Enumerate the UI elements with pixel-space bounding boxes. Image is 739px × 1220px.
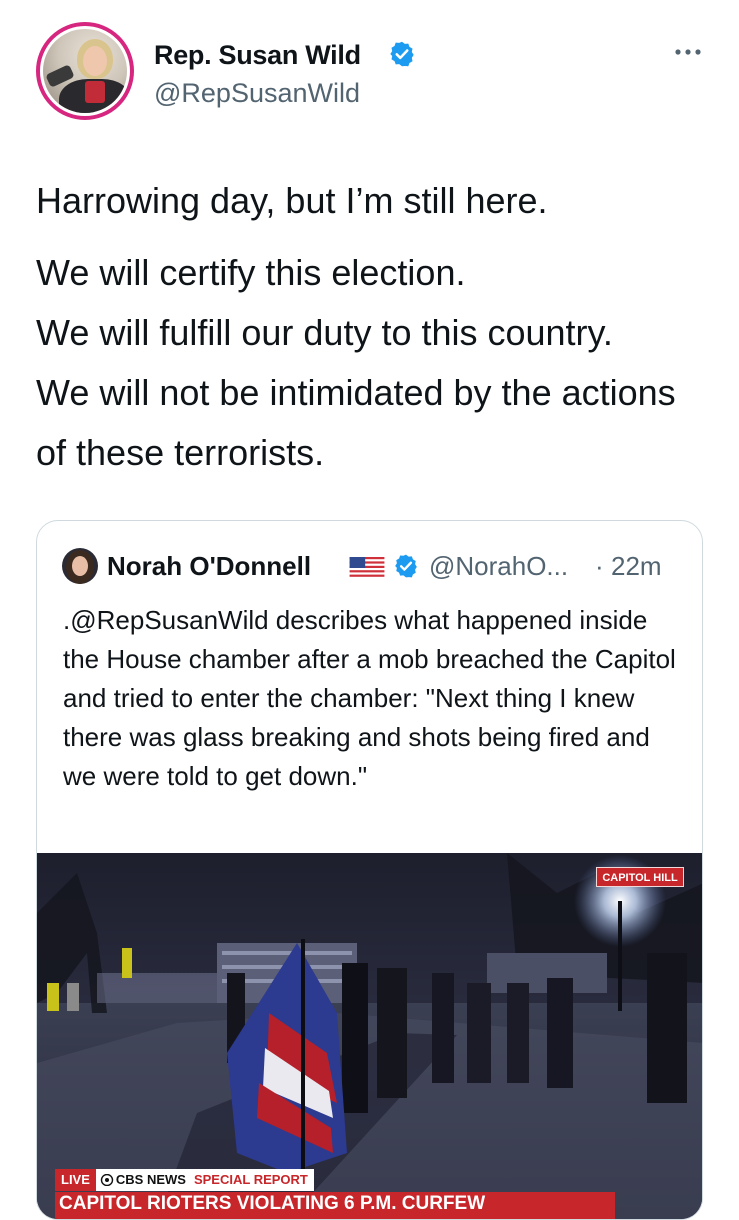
author-avatar[interactable] <box>36 22 134 120</box>
tweet-line: We will certify this election. <box>36 252 466 293</box>
tweet-line: We will not be intimidated by the action… <box>36 372 676 473</box>
meta-separator: · <box>595 551 604 581</box>
avatar-photo <box>43 29 127 113</box>
network-label: CBS NEWS <box>95 1169 190 1191</box>
quoted-author-handle[interactable]: @NorahO... <box>429 551 568 582</box>
us-flag-icon <box>349 557 385 579</box>
video-frame <box>37 853 702 1219</box>
verified-badge-icon <box>395 554 417 578</box>
quoted-tweet[interactable]: Norah O'Donnell @NorahO... · 22m .@RepSu… <box>36 520 703 1220</box>
live-label: LIVE <box>55 1169 96 1191</box>
quoted-tweet-text: .@RepSusanWild describes what happened i… <box>63 605 676 791</box>
quoted-video-thumbnail[interactable]: CAPITOL HILL LIVE CBS NEWS SPECIAL REPOR… <box>37 853 702 1219</box>
location-tag: CAPITOL HILL <box>596 867 684 887</box>
network-name: CBS NEWS <box>115 1172 186 1187</box>
more-options-icon[interactable] <box>672 44 704 60</box>
tweet-text: Harrowing day, but I’m still here. We wi… <box>36 171 706 483</box>
quoted-timestamp[interactable]: 22m <box>611 551 662 582</box>
special-report-label: SPECIAL REPORT <box>189 1169 314 1191</box>
quoted-author-name[interactable]: Norah O'Donnell <box>107 551 311 582</box>
tweet-line: We will fulfill our duty to this country… <box>36 312 613 353</box>
tweet-line: Harrowing day, but I’m still here. <box>36 180 548 221</box>
author-handle[interactable]: @RepSusanWild <box>154 78 360 109</box>
author-display-name[interactable]: Rep. Susan Wild <box>154 40 361 71</box>
cbs-eye-icon <box>100 1174 114 1186</box>
verified-badge-icon <box>390 41 414 67</box>
news-ticker: LIVE CBS NEWS SPECIAL REPORT <box>55 1169 314 1191</box>
quoted-author-avatar[interactable] <box>62 548 98 584</box>
news-headline: CAPITOL RIOTERS VIOLATING 6 P.M. CURFEW <box>55 1192 615 1219</box>
